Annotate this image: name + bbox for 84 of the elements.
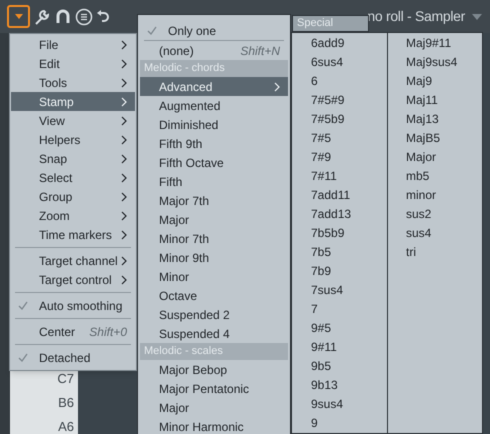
menu-item[interactable]: sus2 bbox=[406, 205, 482, 224]
key-label: A6 bbox=[58, 420, 74, 434]
menu-item[interactable]: 6sus4 bbox=[311, 53, 387, 72]
menu-item[interactable]: 7sus4 bbox=[311, 281, 387, 300]
menu-item[interactable]: Fifth bbox=[140, 172, 288, 191]
menu-item[interactable]: Major bbox=[406, 148, 482, 167]
menu-item[interactable]: Minor 7th bbox=[140, 229, 288, 248]
menu-item[interactable]: mb5 bbox=[406, 167, 482, 186]
menu-item[interactable]: 7#9 bbox=[311, 148, 387, 167]
menu-item[interactable]: 7b5b9 bbox=[311, 224, 387, 243]
menu-item[interactable]: Suspended 4 bbox=[140, 324, 288, 343]
menu-item[interactable]: Suspended 2 bbox=[140, 305, 288, 324]
menu-item[interactable]: MajB5 bbox=[406, 129, 482, 148]
menu-item[interactable]: 6add9 bbox=[311, 34, 387, 53]
menu-item[interactable]: Zoom bbox=[11, 206, 135, 225]
chevron-right-icon bbox=[274, 82, 280, 92]
menu-item[interactable]: Minor Harmonic bbox=[140, 417, 288, 434]
menu-item[interactable]: Stamp bbox=[11, 92, 135, 111]
menu-item[interactable]: Edit bbox=[11, 54, 135, 73]
menu-item[interactable]: View bbox=[11, 111, 135, 130]
menu-item[interactable]: Major bbox=[140, 398, 288, 417]
menu-item[interactable]: Maj9 bbox=[406, 72, 482, 91]
menu-item[interactable]: 9b5 bbox=[311, 357, 387, 376]
menu-item[interactable]: 7#5#9 bbox=[311, 91, 387, 110]
menu-item[interactable]: 9#5 bbox=[311, 319, 387, 338]
menu-item[interactable]: Snap bbox=[11, 149, 135, 168]
menu-item[interactable]: Detached bbox=[11, 348, 135, 367]
menu-item[interactable]: Only one bbox=[140, 21, 288, 40]
menu-item[interactable]: tri bbox=[406, 243, 482, 262]
menu-item[interactable]: 7#5 bbox=[311, 129, 387, 148]
magnet-icon[interactable] bbox=[54, 8, 72, 26]
menu-item[interactable]: 7 bbox=[311, 300, 387, 319]
menu-item[interactable]: sus4 bbox=[406, 224, 482, 243]
menu-item[interactable]: Maj9sus4 bbox=[406, 53, 482, 72]
menu-item[interactable]: 9#11 bbox=[311, 338, 387, 357]
menu-item[interactable]: File bbox=[11, 35, 135, 54]
menu-item[interactable]: Auto smoothing bbox=[11, 296, 135, 315]
dropdown-arrow-icon[interactable] bbox=[472, 14, 482, 20]
menu-item[interactable]: Helpers bbox=[11, 130, 135, 149]
menu-item[interactable]: Diminished bbox=[140, 115, 288, 134]
menu-item[interactable]: Center Shift+0 bbox=[11, 322, 135, 341]
shortcut-label: Shift+N bbox=[240, 42, 280, 60]
menu-item[interactable]: Major bbox=[140, 210, 288, 229]
list-circle-icon[interactable] bbox=[75, 8, 93, 26]
menu-item[interactable]: Major Bebop bbox=[140, 360, 288, 379]
menu-item[interactable]: 9 bbox=[311, 414, 387, 433]
menu-item[interactable]: Target control bbox=[11, 270, 135, 289]
menu-item[interactable]: Major Pentatonic bbox=[140, 379, 288, 398]
menu-item[interactable]: 7#11 bbox=[311, 167, 387, 186]
menu-item[interactable]: Target channel bbox=[11, 251, 135, 270]
menu-item[interactable]: Major 7th bbox=[140, 191, 288, 210]
menu-item[interactable]: 7b5 bbox=[311, 243, 387, 262]
menu-item[interactable]: Minor 9th bbox=[140, 248, 288, 267]
caret-icon bbox=[14, 14, 22, 19]
menu-item[interactable]: 7add11 bbox=[311, 186, 387, 205]
menu-item[interactable]: 7add13 bbox=[311, 205, 387, 224]
menu-item[interactable]: (none) Shift+N bbox=[140, 41, 288, 60]
menu-item[interactable]: Octave bbox=[140, 286, 288, 305]
menu-item[interactable]: Advanced bbox=[140, 77, 288, 96]
menu-item[interactable]: Maj9#11 bbox=[406, 34, 482, 53]
menu-item[interactable]: Tools bbox=[11, 73, 135, 92]
menu-item[interactable]: Augmented bbox=[140, 96, 288, 115]
menu-item[interactable]: Maj11 bbox=[406, 91, 482, 110]
section-header: Melodic - scales bbox=[140, 343, 288, 360]
shortcut-label: Shift+0 bbox=[89, 324, 127, 340]
undo-icon[interactable] bbox=[96, 8, 110, 24]
key-label: C7 bbox=[57, 372, 74, 386]
menu-item[interactable]: Fifth 9th bbox=[140, 134, 288, 153]
menu-item[interactable]: Fifth Octave bbox=[140, 153, 288, 172]
menu-button[interactable] bbox=[7, 5, 30, 28]
menu-item[interactable]: Group bbox=[11, 187, 135, 206]
menu-item[interactable]: 6 bbox=[311, 72, 387, 91]
menu-item[interactable]: 7b9 bbox=[311, 262, 387, 281]
menu-item[interactable]: 9b13 bbox=[311, 376, 387, 395]
wrench-icon[interactable] bbox=[33, 8, 51, 26]
menu-item[interactable]: Minor bbox=[140, 267, 288, 286]
menu-item[interactable]: Select bbox=[11, 168, 135, 187]
menu-item[interactable]: minor bbox=[406, 186, 482, 205]
menu-item[interactable]: Time markers bbox=[11, 225, 135, 244]
menu-item[interactable]: 9sus4 bbox=[311, 395, 387, 414]
key-label: B6 bbox=[58, 396, 74, 410]
section-header: Melodic - chords bbox=[140, 60, 288, 77]
menu-item[interactable]: Maj13 bbox=[406, 110, 482, 129]
menu-item[interactable]: 7#5b9 bbox=[311, 110, 387, 129]
